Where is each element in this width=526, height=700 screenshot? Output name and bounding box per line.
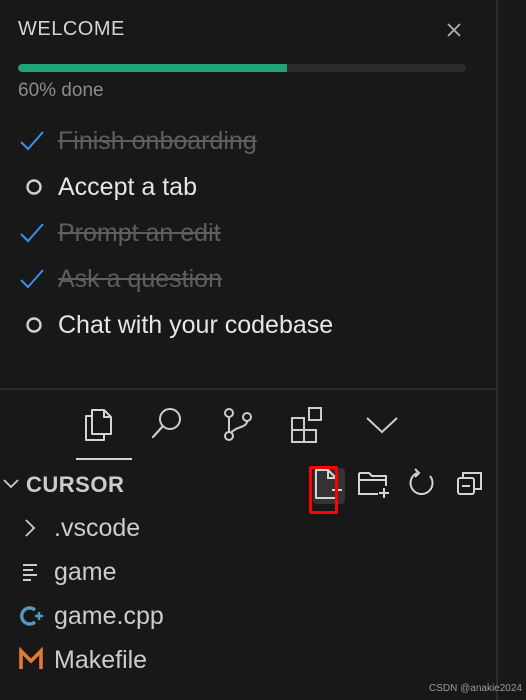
file-name: .vscode [54, 513, 141, 542]
progress-bar [18, 64, 466, 72]
circle-icon [18, 164, 58, 210]
welcome-panel: WELCOME 60% done Finish onboarding Accep… [0, 0, 496, 388]
chevron-down-icon[interactable] [2, 474, 20, 492]
text-file-icon [18, 550, 48, 594]
file-name: game [54, 557, 117, 586]
tree-item-game-cpp[interactable]: game.cpp [0, 594, 496, 638]
chevron-right-icon [18, 506, 48, 550]
checkmark-icon [18, 118, 58, 164]
activity-bar [0, 390, 496, 462]
active-tab-indicator [76, 458, 132, 460]
progress-fill [18, 64, 287, 72]
collapse-all-icon[interactable] [452, 466, 488, 502]
welcome-title: WELCOME [18, 18, 125, 40]
checkmark-icon [18, 210, 58, 256]
task-item[interactable]: Ask a question [18, 256, 333, 302]
file-name: game.cpp [54, 601, 164, 630]
progress-label: 60% done [18, 80, 104, 101]
task-label: Chat with your codebase [58, 310, 334, 339]
task-label: Prompt an edit [58, 218, 221, 247]
checkmark-icon [18, 256, 58, 302]
makefile-icon [18, 638, 48, 682]
tree-item-game[interactable]: game [0, 550, 496, 594]
files-icon[interactable] [78, 404, 118, 444]
file-name: Makefile [54, 645, 148, 674]
task-label: Finish onboarding [58, 126, 257, 155]
chevron-down-icon[interactable] [362, 404, 402, 444]
task-item[interactable]: Prompt an edit [18, 210, 333, 256]
search-icon[interactable] [148, 404, 188, 444]
task-label: Accept a tab [58, 172, 197, 201]
task-item[interactable]: Chat with your codebase [18, 302, 333, 348]
tree-item-vscode[interactable]: .vscode [0, 506, 496, 550]
cpp-icon [18, 594, 48, 638]
vertical-divider[interactable] [496, 0, 498, 700]
extensions-icon[interactable] [288, 404, 328, 444]
task-list: Finish onboarding Accept a tab Prompt an… [18, 118, 333, 348]
circle-icon [18, 302, 58, 348]
task-label: Ask a question [58, 264, 222, 293]
task-item[interactable]: Finish onboarding [18, 118, 333, 164]
watermark: CSDN @anakie2024 [429, 683, 522, 694]
source-control-icon[interactable] [218, 404, 258, 444]
refresh-icon[interactable] [404, 466, 440, 502]
explorer-title: CURSOR [26, 472, 125, 497]
close-icon[interactable] [442, 18, 466, 42]
tree-item-makefile[interactable]: Makefile [0, 638, 496, 682]
file-tree: .vscode game game.cpp Makefile [0, 506, 496, 682]
new-folder-icon[interactable] [356, 466, 392, 502]
task-item[interactable]: Accept a tab [18, 164, 333, 210]
